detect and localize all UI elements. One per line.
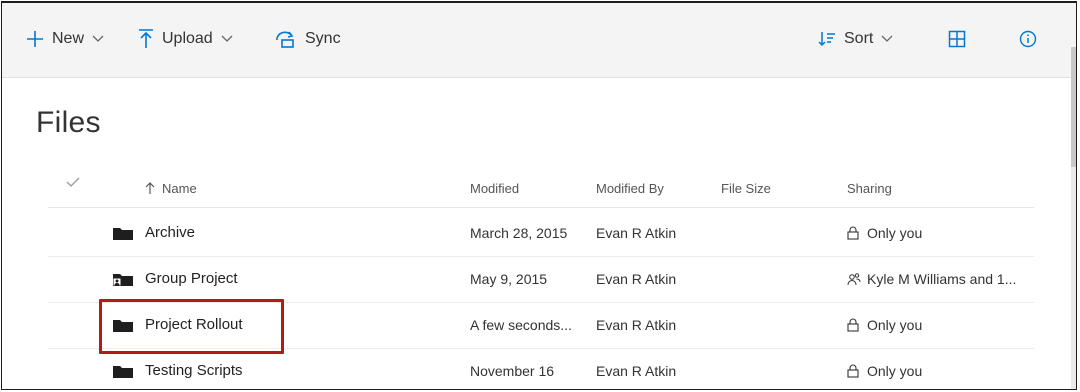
chevron-down-icon xyxy=(221,32,233,46)
highlight-box xyxy=(99,299,284,354)
modified-date: November 16 xyxy=(470,363,555,379)
chevron-down-icon xyxy=(92,32,104,46)
column-header-name[interactable]: Name xyxy=(145,181,197,196)
sharing-label: Only you xyxy=(867,317,923,333)
chevron-down-icon xyxy=(881,32,893,46)
row-divider xyxy=(48,256,1034,257)
lock-icon xyxy=(847,226,859,240)
sync-icon xyxy=(273,29,297,49)
sharing-status[interactable]: Only you xyxy=(847,317,922,333)
sort-label: Sort xyxy=(844,30,874,47)
file-name[interactable]: Testing Scripts xyxy=(145,362,243,379)
people-icon xyxy=(847,272,861,286)
upload-button[interactable]: Upload xyxy=(138,27,233,51)
column-header-sharing[interactable]: Sharing xyxy=(847,181,892,196)
new-button[interactable]: New xyxy=(26,27,104,51)
modified-by: Evan R Atkin xyxy=(596,271,677,287)
sharing-label: Only you xyxy=(867,225,923,241)
modified-date: March 28, 2015 xyxy=(470,225,568,241)
column-header-modified-by[interactable]: Modified By xyxy=(596,181,664,196)
sharing-label: Only you xyxy=(867,363,923,379)
onedrive-window: New Upload Sync Sort Files Name Modified… xyxy=(1,1,1077,390)
command-bar: New Upload Sync Sort xyxy=(2,3,1076,78)
select-all-checkbox[interactable] xyxy=(66,175,80,190)
folder-icon xyxy=(113,226,133,240)
new-label: New xyxy=(52,30,85,47)
modified-by: Evan R Atkin xyxy=(596,317,677,333)
upload-icon xyxy=(138,29,154,49)
shared-folder-icon xyxy=(112,272,133,287)
lock-icon xyxy=(847,318,859,332)
header-divider xyxy=(48,207,1034,208)
page-title: Files xyxy=(36,106,101,139)
sharing-status[interactable]: Only you xyxy=(847,363,922,379)
sharing-status[interactable]: Only you xyxy=(847,225,922,241)
column-header-modified[interactable]: Modified xyxy=(470,181,519,196)
file-name[interactable]: Group Project xyxy=(145,270,238,287)
sharing-status[interactable]: Kyle M Williams and 1... xyxy=(847,271,1016,287)
grid-view-icon xyxy=(948,30,966,48)
lock-icon xyxy=(847,364,859,378)
column-header-file-size[interactable]: File Size xyxy=(721,181,771,196)
sort-ascending-icon xyxy=(145,182,155,195)
upload-label: Upload xyxy=(162,30,213,47)
modified-date: May 9, 2015 xyxy=(470,271,548,287)
sort-button[interactable]: Sort xyxy=(818,27,893,51)
modified-by: Evan R Atkin xyxy=(596,363,677,379)
view-toggle-button[interactable] xyxy=(948,27,974,51)
sharing-label: Kyle M Williams and 1... xyxy=(867,271,1017,287)
info-button[interactable] xyxy=(1019,27,1045,51)
folder-icon xyxy=(113,364,133,378)
sync-button[interactable]: Sync xyxy=(273,27,341,51)
sort-icon xyxy=(818,30,836,48)
column-header-name-label: Name xyxy=(162,181,197,196)
modified-by: Evan R Atkin xyxy=(596,225,677,241)
modified-date: A few seconds... xyxy=(470,317,572,333)
plus-icon xyxy=(26,30,44,48)
info-icon xyxy=(1019,30,1037,48)
sync-label: Sync xyxy=(305,30,341,47)
file-name[interactable]: Archive xyxy=(145,224,195,241)
scrollbar-thumb[interactable] xyxy=(1071,47,1076,167)
